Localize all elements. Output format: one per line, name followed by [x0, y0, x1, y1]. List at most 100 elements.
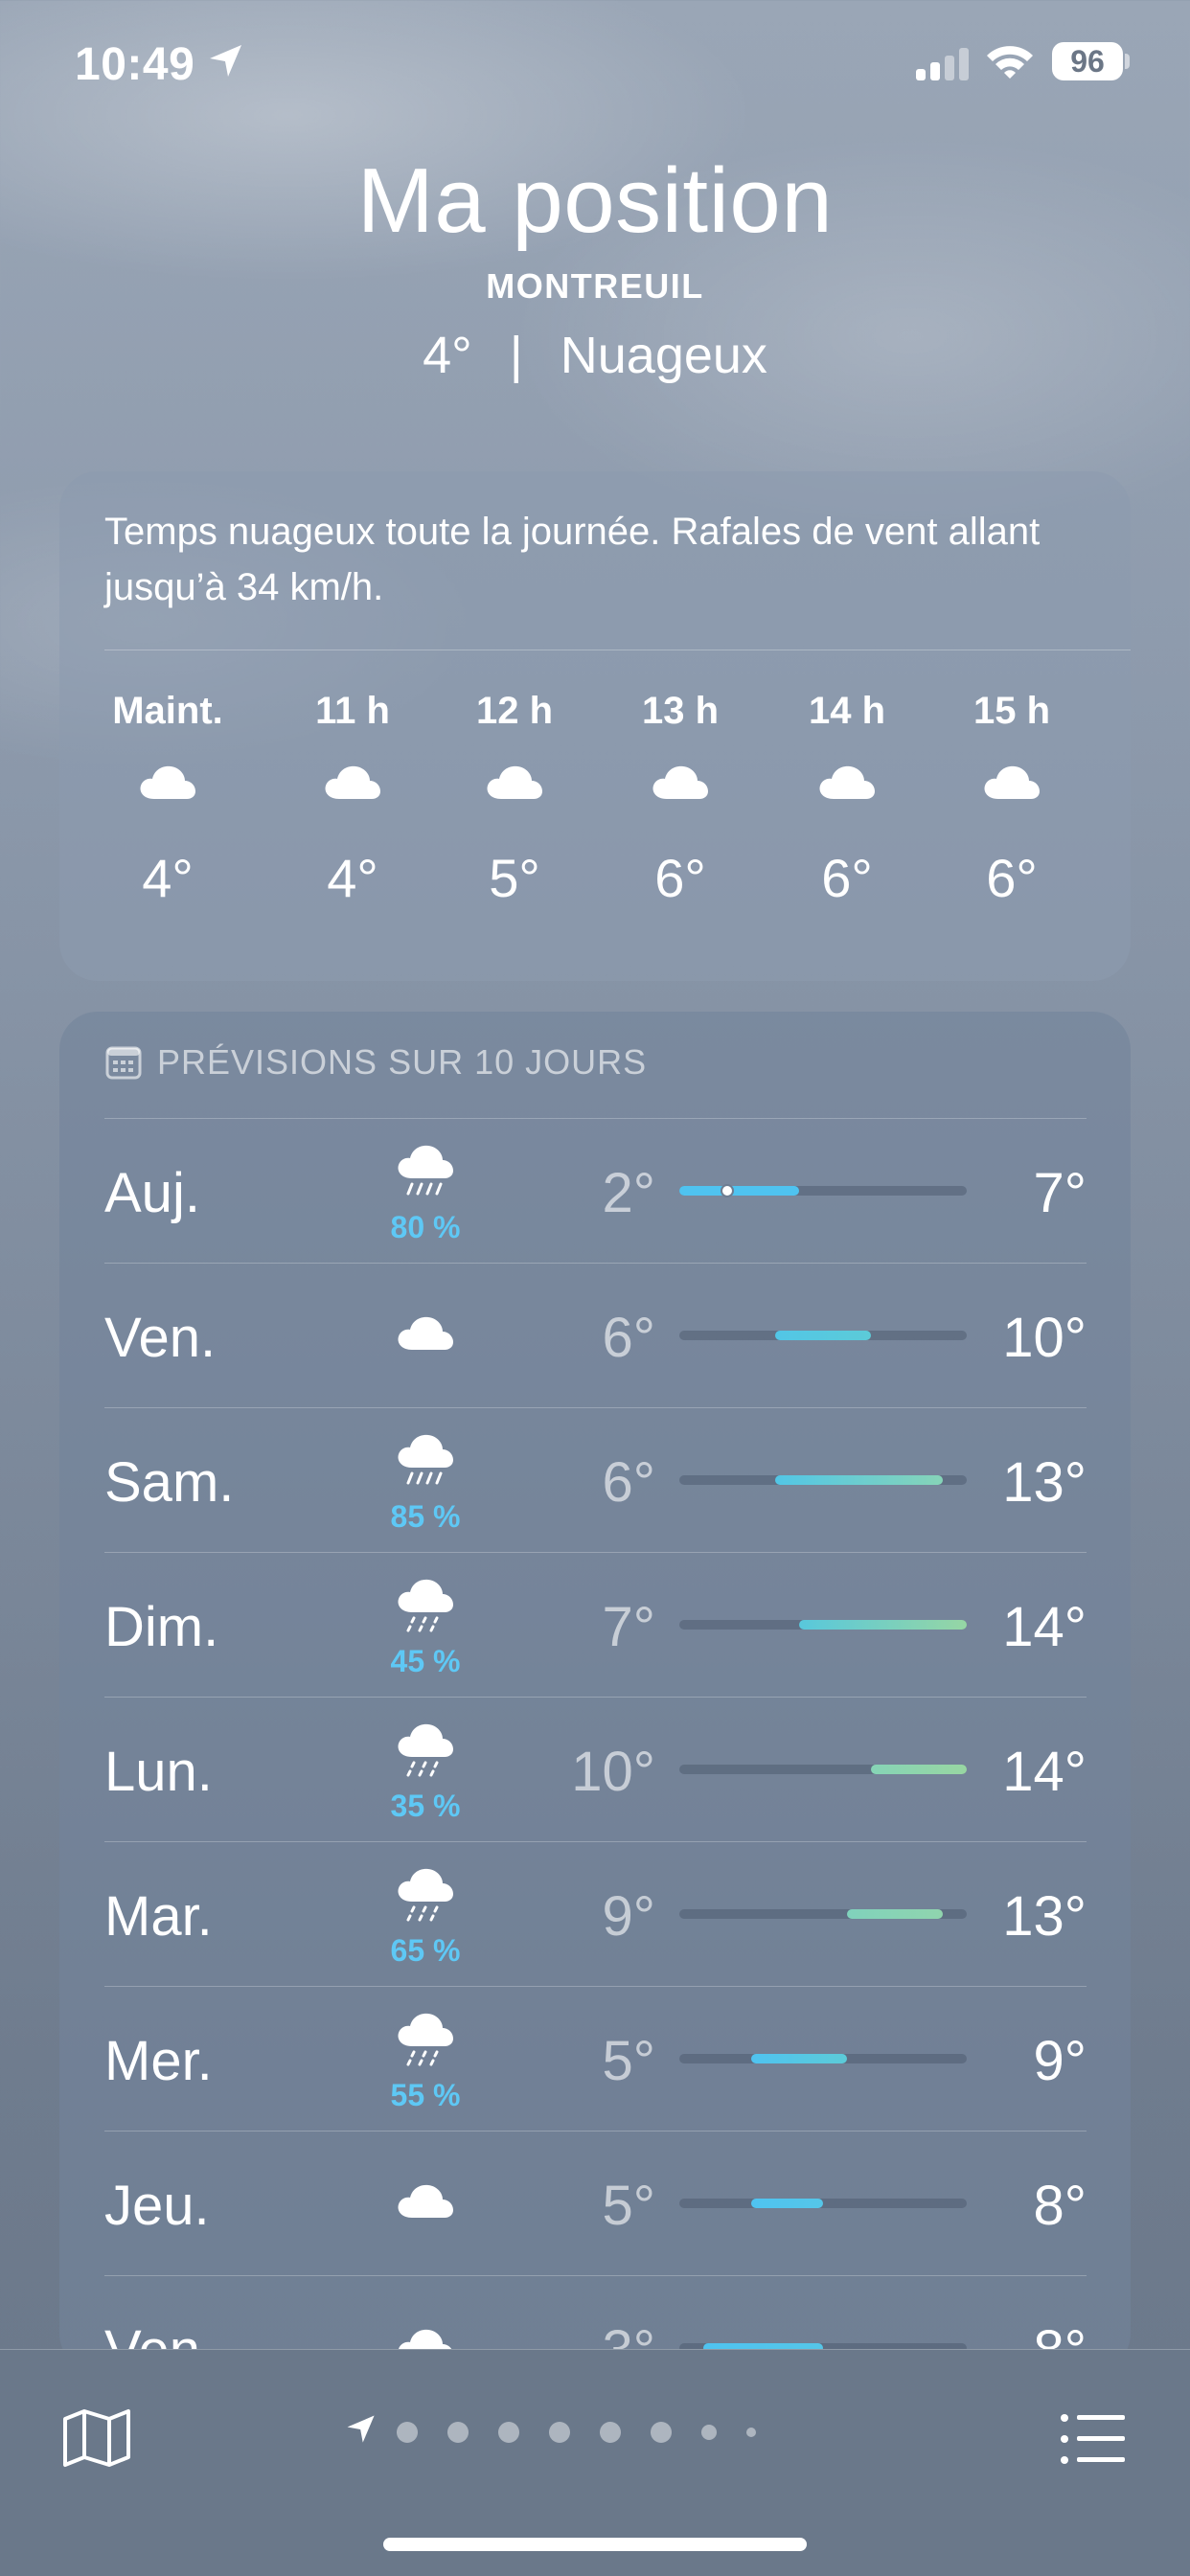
page-dot[interactable]	[600, 2421, 621, 2443]
cloud-drizzle-icon	[392, 1717, 459, 1787]
precipitation-chance: 55 %	[390, 2078, 461, 2112]
location-arrow-icon	[207, 42, 245, 85]
cloud-drizzle-icon	[392, 2006, 459, 2076]
precipitation-chance: 85 %	[390, 1499, 461, 1534]
hourly-forecast-card[interactable]: Temps nuageux toute la journée. Rafales …	[59, 471, 1131, 981]
low-temperature: 2°	[602, 1162, 655, 1224]
high-temperature: 8°	[1033, 2175, 1087, 2237]
hourly-item: 13 h 6°	[599, 690, 762, 909]
day-weather: 45 %	[373, 1572, 478, 1679]
page-dot[interactable]	[701, 2424, 717, 2440]
hour-temperature: 4°	[142, 848, 194, 908]
temperature-range-fill	[799, 1620, 967, 1630]
day-row[interactable]: Auj. 80 % 2° 7°	[104, 1118, 1087, 1263]
low-temperature: 6°	[602, 1451, 655, 1514]
calendar-icon	[105, 1046, 142, 1080]
status-bar: 10:49 96	[0, 0, 1190, 134]
conditions-separator: |	[509, 327, 523, 384]
high-temperature: 13°	[1002, 1451, 1087, 1514]
list-icon[interactable]	[1060, 2413, 1125, 2470]
cloud-icon	[766, 759, 928, 826]
location-title: Ma position	[356, 149, 834, 252]
hour-label: 13 h	[641, 690, 720, 732]
day-row[interactable]: Dim. 45 % 7° 14°	[104, 1552, 1087, 1697]
page-dot[interactable]	[651, 2421, 672, 2443]
hour-temperature: 6°	[986, 848, 1038, 908]
cloud-icon	[271, 759, 434, 826]
day-row[interactable]: Ven. 6° 10°	[104, 1263, 1087, 1407]
cloud-icon	[930, 759, 1093, 826]
temperature-range-bar	[679, 1620, 967, 1630]
page-dot[interactable]	[498, 2421, 519, 2443]
day-weather	[373, 1310, 478, 1362]
day-weather: 85 %	[373, 1427, 478, 1535]
status-time: 10:49	[75, 39, 195, 90]
forecast-summary: Temps nuageux toute la journée. Rafales …	[104, 511, 1041, 608]
home-indicator[interactable]	[383, 2538, 807, 2551]
hour-temperature: 5°	[489, 848, 540, 908]
day-row[interactable]: Mar. 65 % 9° 13°	[104, 1841, 1087, 1986]
hour-label: 12 h	[475, 690, 554, 732]
page-dot[interactable]	[397, 2421, 418, 2443]
day-name: Jeu.	[104, 2175, 210, 2237]
location-header: Ma position MONTREUIL 4° | Nuageux	[0, 144, 1190, 385]
current-temperature: 4°	[423, 327, 472, 384]
temperature-range-bar	[679, 2199, 967, 2208]
precipitation-chance: 35 %	[390, 1789, 461, 1823]
precipitation-chance: 65 %	[390, 1933, 461, 1968]
day-row[interactable]: Mer. 55 % 5° 9°	[104, 1986, 1087, 2131]
day-name: Lun.	[104, 1741, 213, 1803]
battery-indicator: 96	[1052, 42, 1123, 80]
day-weather: 55 %	[373, 2006, 478, 2113]
page-indicator[interactable]	[345, 2413, 786, 2451]
cloud-icon	[392, 2177, 459, 2230]
day-weather: 65 %	[373, 1861, 478, 1969]
day-name: Mer.	[104, 2030, 213, 2092]
day-row[interactable]: Jeu. 5° 8°	[104, 2131, 1087, 2275]
page-dot[interactable]	[746, 2427, 756, 2437]
day-name: Auj.	[104, 1162, 200, 1224]
low-temperature: 9°	[602, 1885, 655, 1948]
low-temperature: 6°	[602, 1307, 655, 1369]
temperature-range-fill	[751, 2054, 847, 2063]
temperature-range-bar	[679, 1765, 967, 1774]
ten-day-header-label: PRÉVISIONS SUR 10 JOURS	[157, 1042, 648, 1082]
page-dot[interactable]	[447, 2421, 469, 2443]
ten-day-forecast-card[interactable]: PRÉVISIONS SUR 10 JOURS Auj. 80 % 2° 7° Ven.…	[59, 1012, 1131, 2372]
day-row[interactable]: Sam. 85 % 6° 13°	[104, 1407, 1087, 1552]
temperature-range-fill	[847, 1909, 943, 1919]
hourly-item: Maint. 4°	[86, 690, 249, 909]
temperature-range-bar	[679, 1475, 967, 1485]
cloud-rain-icon	[392, 1138, 459, 1208]
temperature-range-bar	[679, 1184, 967, 1197]
current-conditions: 4° | Nuageux	[0, 326, 1190, 385]
day-name: Mar.	[104, 1885, 213, 1948]
wifi-icon	[985, 42, 1035, 85]
hour-label: 14 h	[808, 690, 886, 732]
high-temperature: 7°	[1033, 1162, 1087, 1224]
hour-label: 15 h	[973, 690, 1051, 732]
current-condition-text: Nuageux	[560, 327, 767, 384]
current-temp-dot	[721, 1184, 734, 1197]
cloud-icon	[392, 1310, 459, 1362]
day-weather: 80 %	[373, 1138, 478, 1245]
low-temperature: 7°	[602, 1596, 655, 1658]
battery-cap	[1125, 54, 1130, 69]
hourly-item: 11 h 4°	[271, 690, 434, 909]
high-temperature: 9°	[1033, 2030, 1087, 2092]
high-temperature: 14°	[1002, 1741, 1087, 1803]
hourly-item: 15 h 6°	[930, 690, 1093, 909]
map-icon[interactable]	[61, 2407, 132, 2473]
current-location-page-icon[interactable]	[345, 2413, 378, 2451]
precipitation-chance: 80 %	[390, 1210, 461, 1244]
day-name: Ven.	[104, 1307, 217, 1369]
page-dot[interactable]	[549, 2421, 570, 2443]
precipitation-chance: 45 %	[390, 1644, 461, 1678]
high-temperature: 13°	[1002, 1885, 1087, 1948]
day-row[interactable]: Lun. 35 % 10° 14°	[104, 1697, 1087, 1841]
hourly-item: 14 h 6°	[766, 690, 928, 909]
hour-temperature: 6°	[654, 848, 706, 908]
temperature-range-bar	[679, 1331, 967, 1340]
low-temperature: 5°	[602, 2175, 655, 2237]
cloud-rain-icon	[392, 1427, 459, 1497]
